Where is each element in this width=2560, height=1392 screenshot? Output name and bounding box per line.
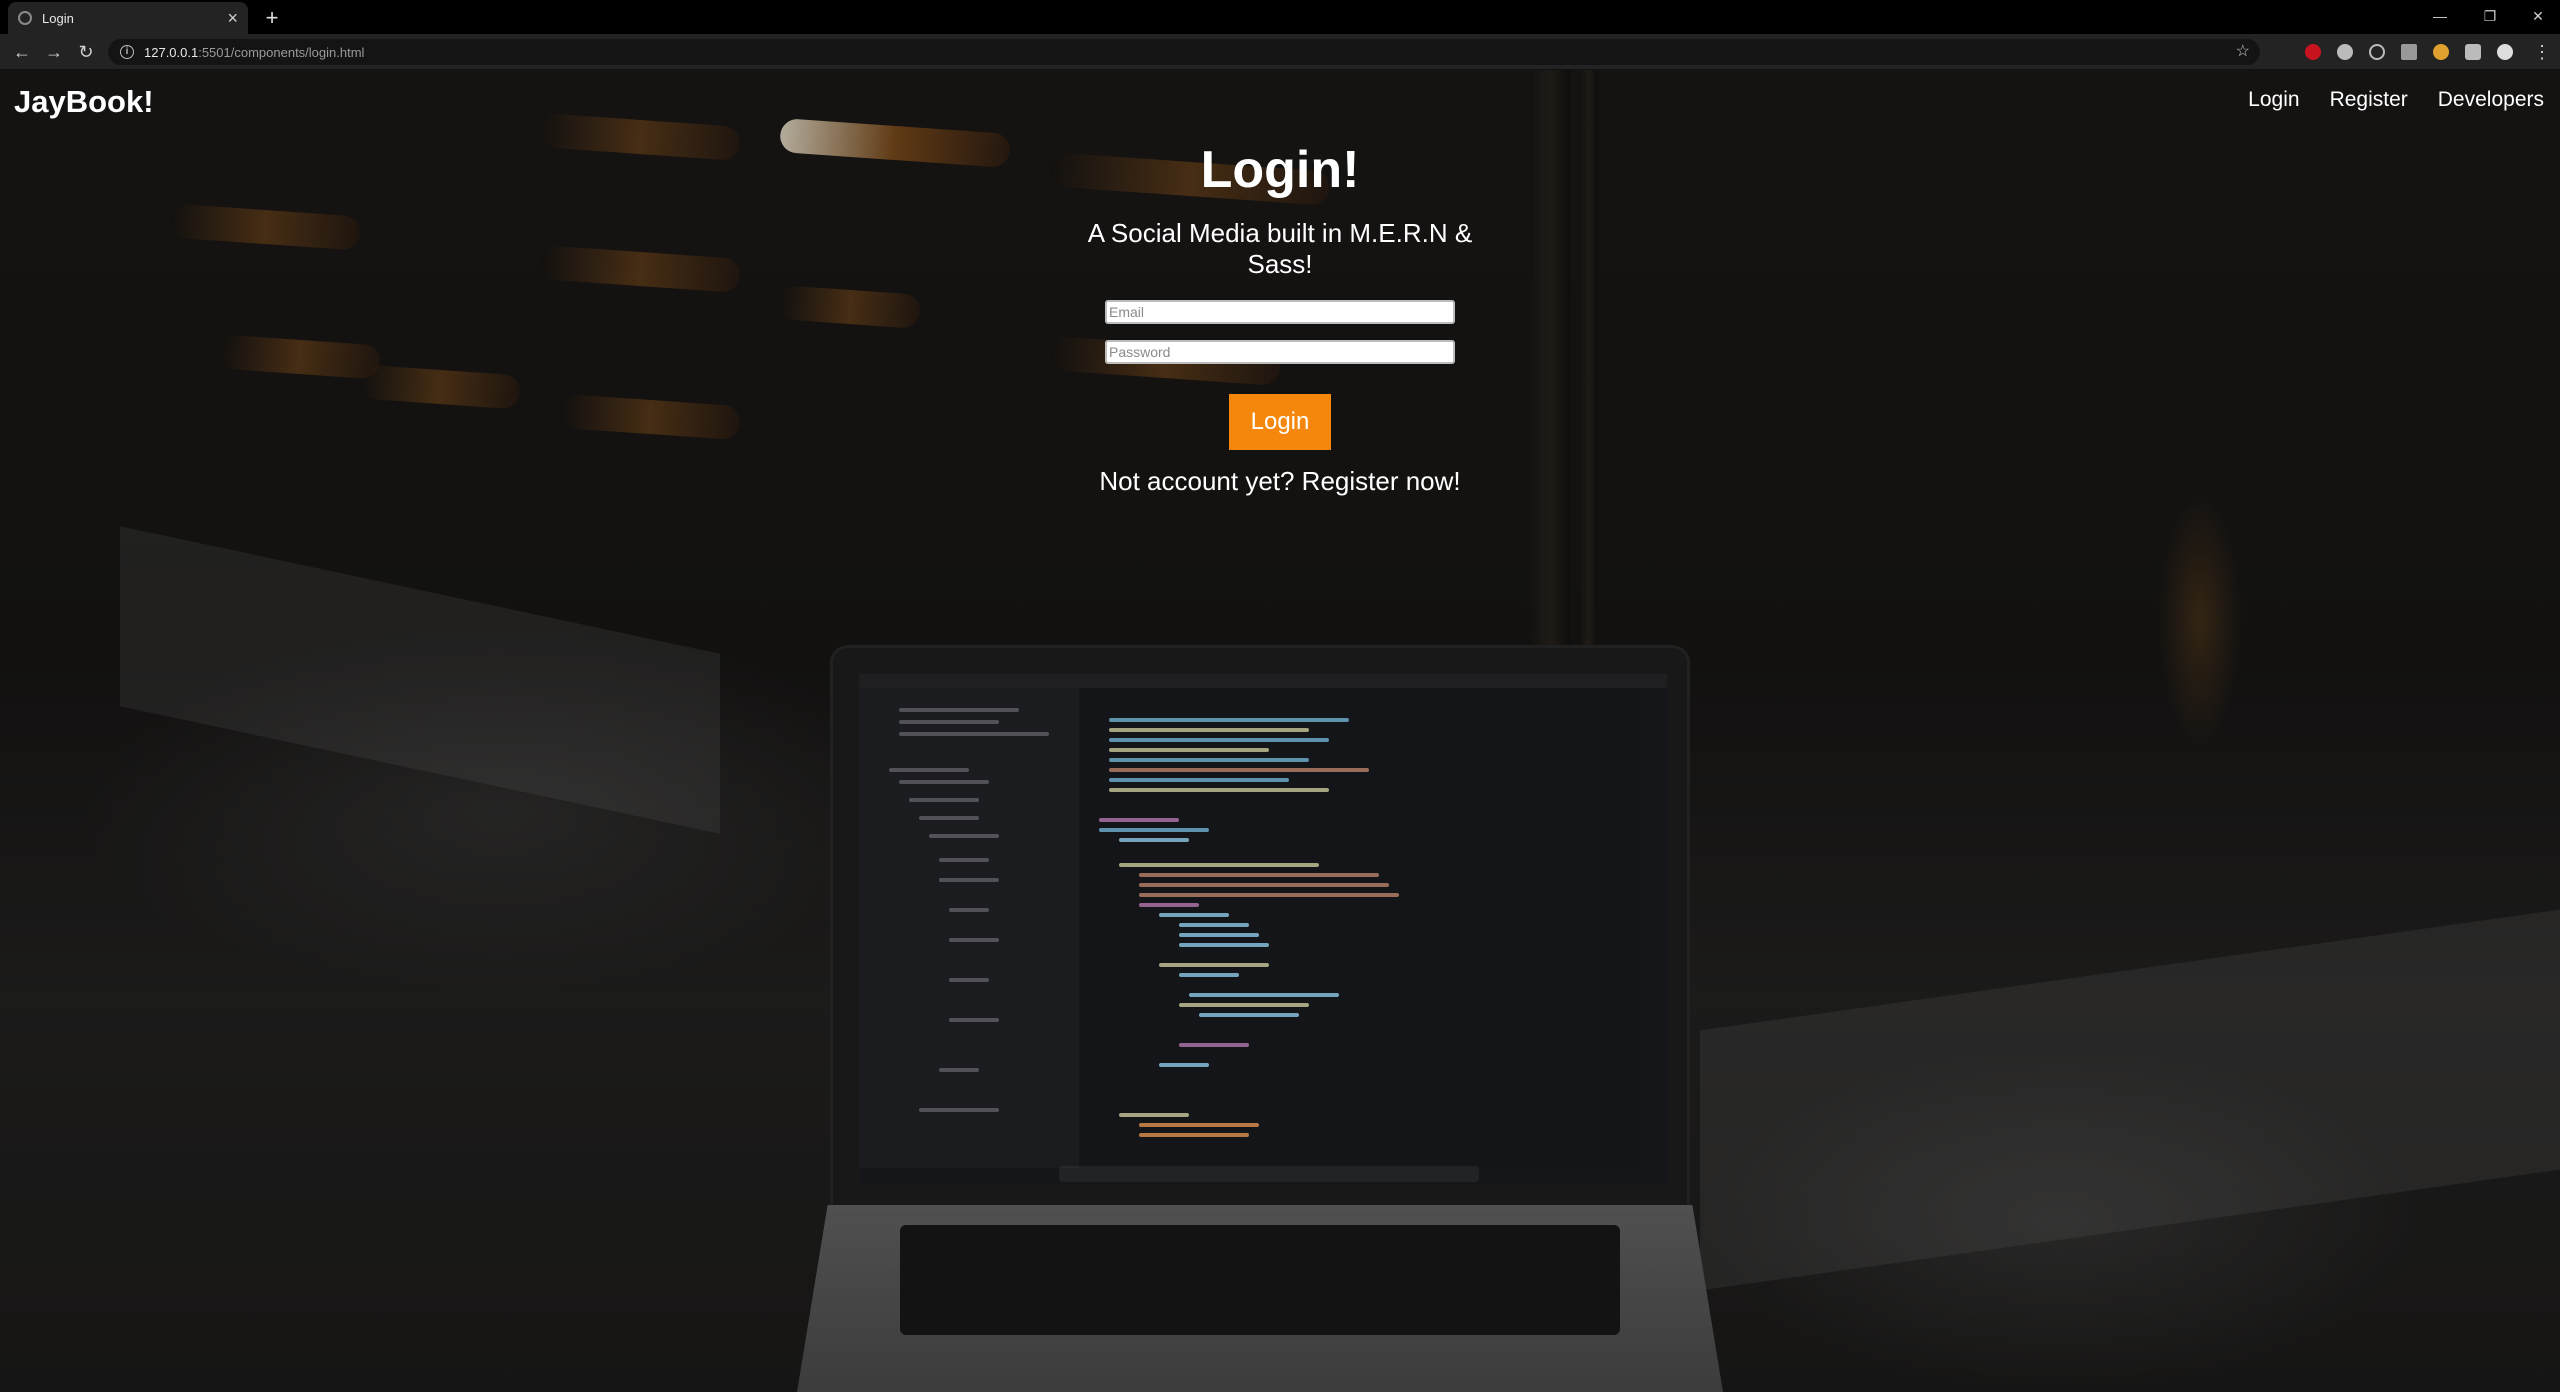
login-button[interactable]: Login: [1229, 394, 1331, 450]
url-field[interactable]: i 127.0.0.1:5501/components/login.html ☆: [108, 39, 2260, 65]
browser-tab[interactable]: Login ×: [8, 2, 248, 34]
extension-icon[interactable]: [2433, 44, 2449, 60]
register-prompt-link[interactable]: Not account yet? Register now!: [1060, 466, 1500, 497]
page-title: Login!: [1200, 141, 1360, 199]
url-path: :5501/components/login.html: [198, 44, 365, 60]
back-icon[interactable]: ←: [8, 38, 36, 66]
extension-icon[interactable]: [2369, 44, 2385, 60]
extension-icon[interactable]: [2337, 44, 2353, 60]
bookmark-star-icon[interactable]: ☆: [2236, 41, 2250, 61]
page-viewport: JayBook! Login Register Developers Login…: [0, 70, 2560, 1392]
profile-avatar-icon[interactable]: [2497, 44, 2513, 60]
browser-tab-bar: Login × + — ❐ ✕: [0, 0, 2560, 34]
close-tab-icon[interactable]: ×: [227, 9, 238, 27]
info-icon[interactable]: i: [120, 45, 134, 59]
tab-title: Login: [42, 10, 74, 26]
new-tab-button[interactable]: +: [258, 4, 286, 32]
site-nav: Login Register Developers: [2248, 88, 2544, 112]
globe-icon: [18, 11, 32, 25]
login-panel: Login! A Social Media built in M.E.R.N &…: [1060, 140, 1500, 497]
forward-icon[interactable]: →: [40, 38, 68, 66]
nav-developers-link[interactable]: Developers: [2438, 88, 2544, 112]
url-host: 127.0.0.1: [144, 44, 199, 60]
email-field[interactable]: [1105, 300, 1455, 324]
password-field[interactable]: [1105, 340, 1455, 364]
close-window-icon[interactable]: ✕: [2518, 2, 2558, 30]
puzzle-icon[interactable]: [2465, 44, 2481, 60]
extension-icon[interactable]: [2401, 44, 2417, 60]
nav-login-link[interactable]: Login: [2248, 88, 2299, 112]
restore-icon[interactable]: ❐: [2470, 2, 2510, 30]
address-bar: ← → ↻ i 127.0.0.1:5501/components/login.…: [0, 34, 2560, 70]
more-menu-icon[interactable]: ⋮: [2528, 38, 2556, 66]
extension-icon[interactable]: [2305, 44, 2321, 60]
site-brand[interactable]: JayBook!: [14, 84, 154, 120]
minimize-icon[interactable]: —: [2420, 2, 2460, 30]
page-subtitle: A Social Media built in M.E.R.N & Sass!: [1087, 218, 1473, 279]
reload-icon[interactable]: ↻: [72, 38, 100, 66]
nav-register-link[interactable]: Register: [2330, 88, 2408, 112]
